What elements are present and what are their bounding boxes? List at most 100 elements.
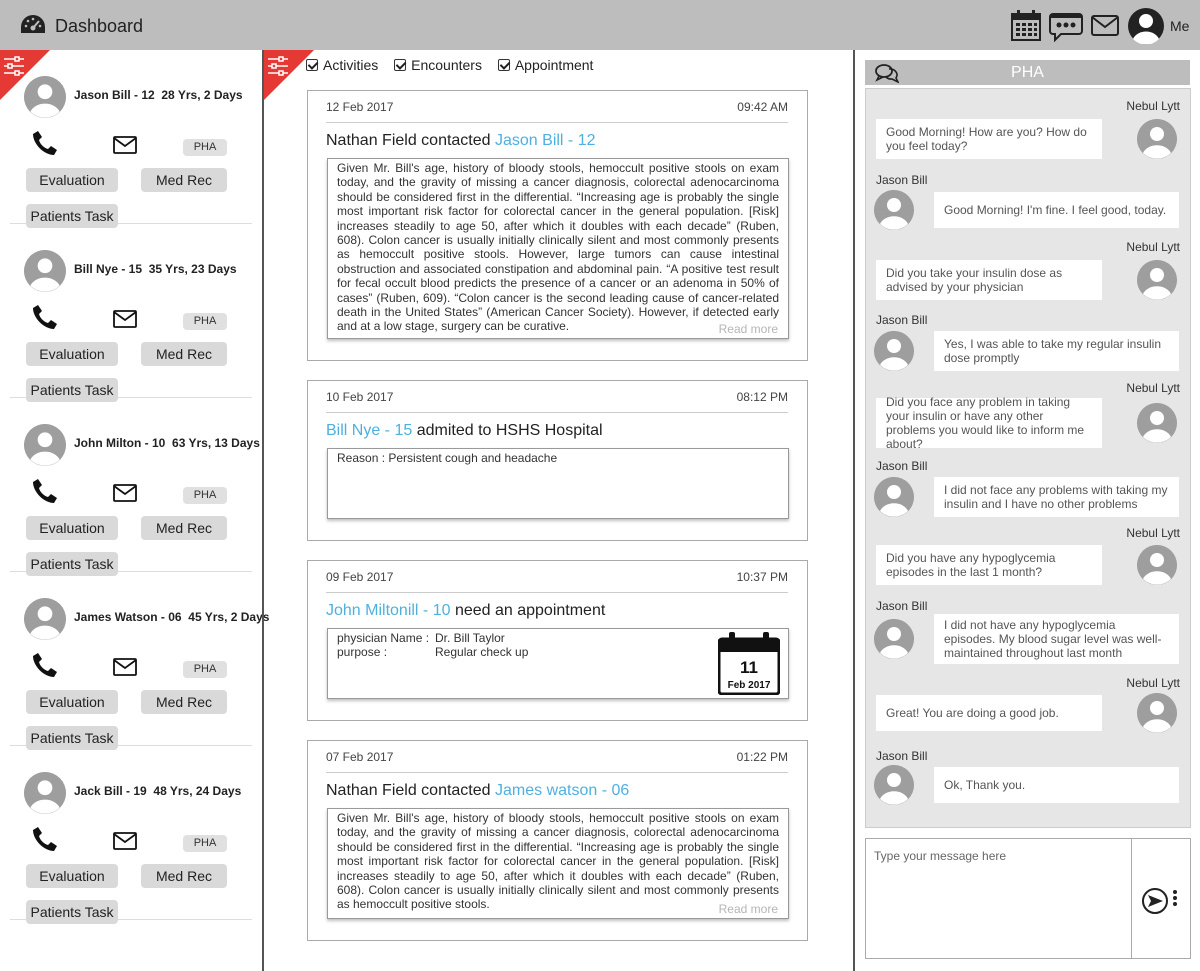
more-options-icon[interactable] [1172, 889, 1178, 907]
pha-badge[interactable]: PHA [183, 487, 227, 504]
user-silhouette-icon [1137, 260, 1177, 300]
phone-icon[interactable] [32, 652, 58, 678]
message-text: Did you take your insulin dose as advise… [886, 266, 1063, 294]
evaluation-button[interactable]: Evaluation [26, 168, 118, 192]
patient-card[interactable]: Jason Bill - 12 28 Yrs, 2 Days PHA Evaluat… [10, 50, 252, 228]
phone-icon[interactable] [32, 130, 58, 156]
patient-name[interactable]: Jack Bill - 19 48 Yrs, 24 Days [74, 784, 241, 798]
agent-message-bubble: Did you have any hypoglycemia episodes i… [876, 545, 1102, 585]
admission-reason: Reason : Persistent cough and headache [337, 451, 558, 465]
patient-card[interactable]: Bill Nye - 15 35 Yrs, 23 Days PHA Evaluati… [10, 224, 252, 402]
patient-age: 28 Yrs, 2 Days [161, 88, 243, 102]
patient-card[interactable]: Jack Bill - 19 48 Yrs, 24 Days PHA Evaluat… [10, 746, 252, 924]
evaluation-button[interactable]: Evaluation [26, 864, 118, 888]
appointment-calendar-icon[interactable]: 11 Feb 2017 [718, 631, 780, 695]
patient-card[interactable]: John Milton - 10 63 Yrs, 13 Days PHA Evalu… [10, 398, 260, 576]
mail-icon[interactable] [1091, 15, 1119, 36]
user-silhouette-icon [874, 765, 914, 805]
patient-link[interactable]: Jason Bill - 12 [495, 132, 596, 149]
read-more-link[interactable]: Read more [719, 902, 778, 916]
user-silhouette-icon [1137, 403, 1177, 443]
evaluation-button[interactable]: Evaluation [26, 342, 118, 366]
user-silhouette-icon [874, 331, 914, 371]
checkbox-checked-icon[interactable] [394, 59, 407, 71]
patient-link[interactable]: James watson - 06 [495, 782, 629, 799]
filter-appointment[interactable]: Appointment [497, 57, 593, 73]
filter-encounters[interactable]: Encounters [394, 57, 482, 73]
message-text: Did you have any hypoglycemia episodes i… [886, 551, 1056, 579]
phone-icon[interactable] [32, 304, 58, 330]
card-heading: Bill Nye - 15 admited to HSHS Hospital [326, 422, 603, 440]
user-silhouette-icon [1137, 545, 1177, 585]
patient-link[interactable]: Bill Nye - 15 [326, 422, 412, 439]
med-rec-button[interactable]: Med Rec [141, 516, 227, 540]
note-body: Given Mr. Bill's age, history of bloody … [327, 808, 789, 919]
patient-name-text: Bill Nye - 15 [74, 262, 143, 276]
mail-icon[interactable] [113, 136, 137, 154]
user-silhouette-icon [24, 250, 66, 292]
chat-messages[interactable]: Nebul Lytt Good Morning! How are you? How… [865, 88, 1191, 828]
read-more-link[interactable]: Read more [719, 322, 778, 336]
physician-value: Dr. Bill Taylor [435, 631, 505, 645]
checkbox-checked-icon[interactable] [306, 59, 318, 71]
send-icon[interactable] [1141, 887, 1169, 915]
message-sender: Jason Bill [876, 173, 928, 187]
top-bar: Dashboard Me [0, 0, 1200, 50]
message-sender: Jason Bill [876, 313, 928, 327]
feed-card: 10 Feb 2017 08:12 PM Bill Nye - 15 admit… [307, 380, 808, 541]
patient-avatar [24, 772, 66, 814]
chat-messages-icon[interactable] [1049, 12, 1083, 42]
card-divider [326, 122, 788, 123]
patient-name[interactable]: James Watson - 06 45 Yrs, 2 Days [74, 610, 269, 624]
user-label[interactable]: Me [1170, 18, 1189, 34]
phone-icon[interactable] [32, 478, 58, 504]
pha-badge[interactable]: PHA [183, 139, 227, 156]
pha-badge[interactable]: PHA [183, 835, 227, 852]
physician-row: physician Name : Dr. Bill Taylor [337, 631, 779, 645]
med-rec-button[interactable]: Med Rec [141, 864, 227, 888]
chat-header: PHA [865, 60, 1190, 85]
calendar-day: 11 [740, 658, 758, 677]
admission-body: Reason : Persistent cough and headache [327, 448, 789, 519]
evaluation-button[interactable]: Evaluation [26, 516, 118, 540]
evaluation-button[interactable]: Evaluation [26, 690, 118, 714]
patients-task-button[interactable]: Patients Task [26, 900, 118, 924]
chat-avatar [1137, 693, 1177, 733]
user-silhouette-icon [1137, 693, 1177, 733]
message-sender: Jason Bill [876, 749, 928, 763]
checkbox-checked-icon[interactable] [497, 59, 510, 71]
patient-name[interactable]: Jason Bill - 12 28 Yrs, 2 Days [74, 88, 243, 102]
patient-name[interactable]: Bill Nye - 15 35 Yrs, 23 Days [74, 262, 237, 276]
patient-name[interactable]: John Milton - 10 63 Yrs, 13 Days [74, 436, 260, 450]
message-input[interactable]: Type your message here [874, 849, 1006, 863]
calendar-icon[interactable] [1011, 10, 1041, 41]
card-heading: Nathan Field contacted James watson - 06 [326, 782, 629, 800]
med-rec-button[interactable]: Med Rec [141, 342, 227, 366]
phone-icon[interactable] [32, 826, 58, 852]
mail-icon[interactable] [113, 484, 137, 502]
chat-avatar [874, 765, 914, 805]
filter-activities[interactable]: Activities [306, 57, 378, 73]
pha-badge[interactable]: PHA [183, 313, 227, 330]
heading-text: admited to HSHS Hospital [412, 422, 603, 439]
med-rec-button[interactable]: Med Rec [141, 690, 227, 714]
chat-avatar [874, 331, 914, 371]
med-rec-button[interactable]: Med Rec [141, 168, 227, 192]
user-avatar-icon[interactable] [1128, 8, 1164, 44]
patient-card[interactable]: James Watson - 06 45 Yrs, 2 Days PHA Evalu… [10, 572, 269, 750]
filter-encounters-label: Encounters [411, 57, 482, 73]
heading-text: need an appointment [450, 602, 606, 619]
pha-badge[interactable]: PHA [183, 661, 227, 678]
dashboard-gauge-icon[interactable] [20, 14, 46, 36]
mail-icon[interactable] [113, 832, 137, 850]
purpose-value: Regular check up [435, 645, 529, 659]
card-time: 08:12 PM [736, 390, 788, 404]
mail-icon[interactable] [113, 310, 137, 328]
patient-age: 63 Yrs, 13 Days [172, 436, 260, 450]
note-text: Given Mr. Bill's age, history of bloody … [337, 161, 779, 334]
patient-list-panel: Jason Bill - 12 28 Yrs, 2 Days PHA Evaluat… [0, 50, 269, 971]
composer-divider [1131, 839, 1132, 958]
mail-icon[interactable] [113, 658, 137, 676]
agent-message-bubble: Did you face any problem in taking your … [876, 395, 1102, 451]
patient-link[interactable]: John Miltonill - 10 [326, 602, 451, 619]
